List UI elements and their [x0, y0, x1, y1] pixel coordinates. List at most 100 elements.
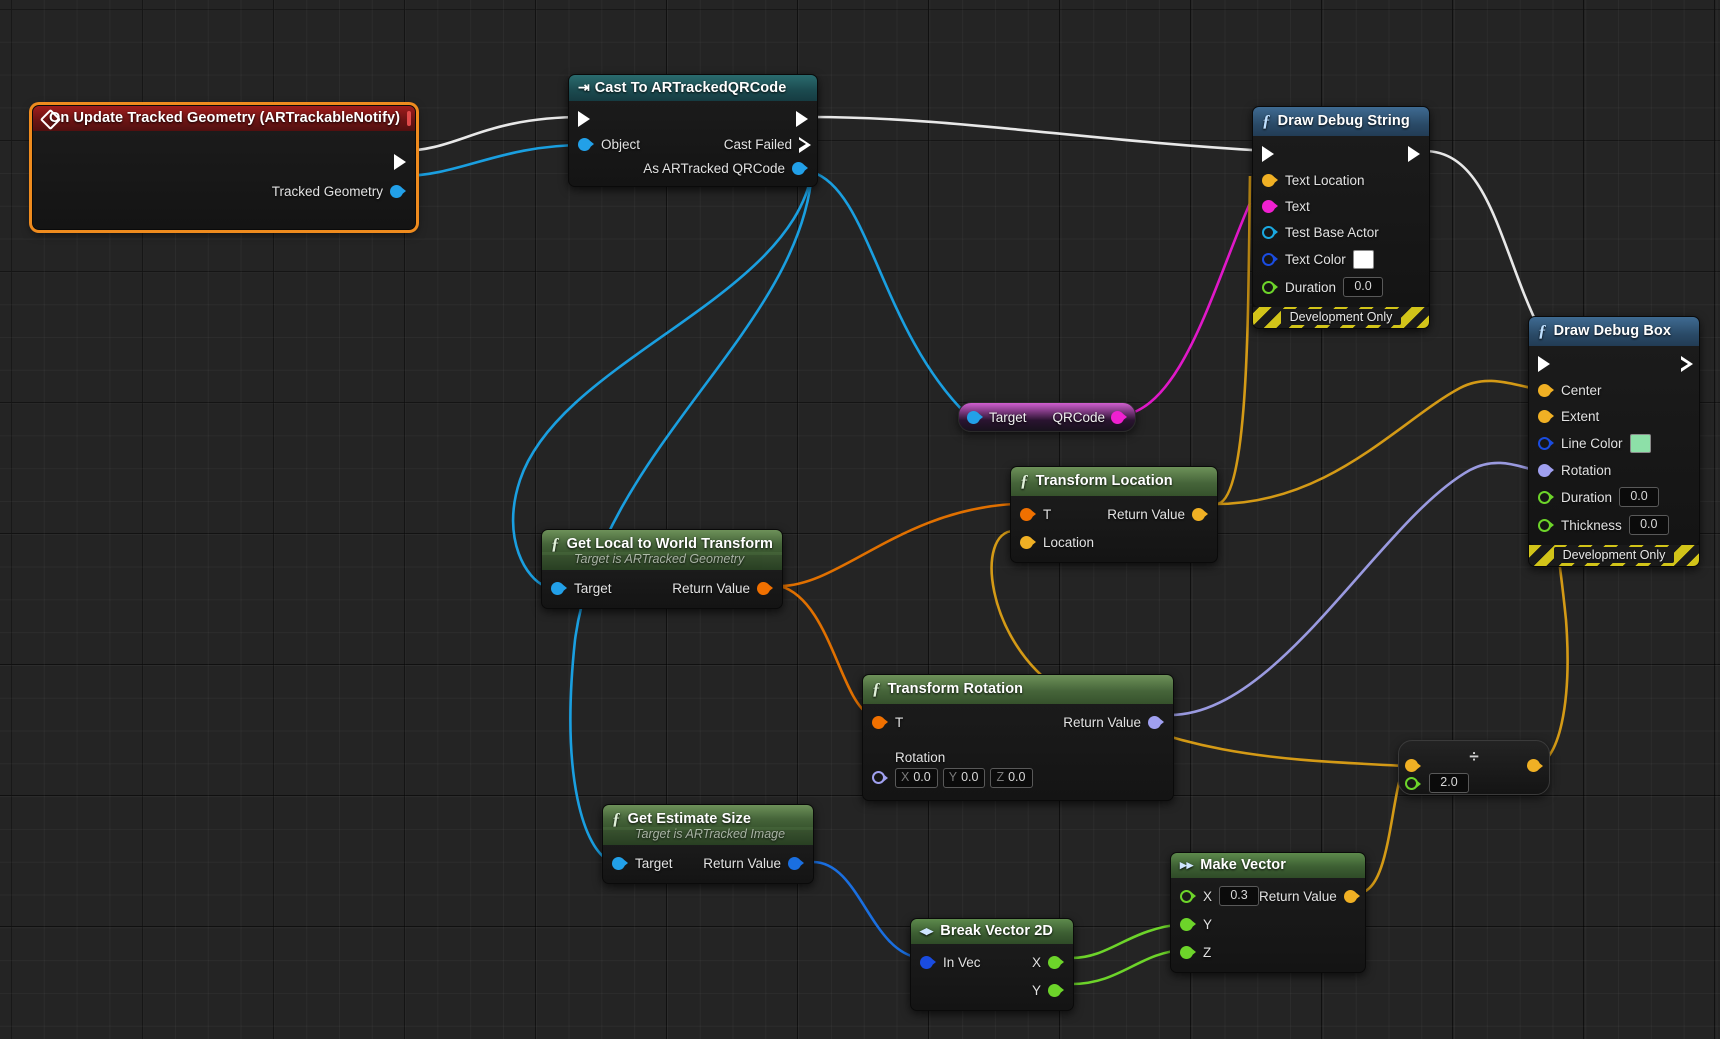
float-pin-icon[interactable]: [1180, 917, 1193, 931]
vector2d-pin-icon[interactable]: [920, 955, 933, 969]
pin-in-target[interactable]: Target: [542, 581, 612, 596]
pin-in-t[interactable]: T: [863, 715, 903, 730]
vector-pin-icon[interactable]: [1538, 383, 1551, 397]
float-pin-icon[interactable]: [1180, 889, 1193, 903]
object-pin-icon[interactable]: [612, 856, 625, 870]
pin-in-text-location[interactable]: Text Location: [1253, 173, 1365, 188]
pin-in-duration[interactable]: Duration 0.0: [1529, 487, 1660, 507]
exec-out-cast-failed-icon[interactable]: [798, 136, 811, 153]
object-pin-icon[interactable]: [578, 137, 591, 151]
event-stop-icon[interactable]: [407, 110, 412, 126]
pin-out-return-value[interactable]: Return Value: [1259, 889, 1369, 904]
node-transform-location[interactable]: ƒ Transform Location T Return Value Loca…: [1010, 466, 1218, 563]
object-pin-icon[interactable]: [967, 410, 980, 424]
pin-in-rotation[interactable]: Rotation X 0.0 Y 0.0 Z 0.0: [863, 750, 1033, 788]
pin-out-exec[interactable]: [394, 154, 415, 170]
pin-in-test-base-actor[interactable]: Test Base Actor: [1253, 225, 1379, 240]
thickness-input[interactable]: 0.0: [1628, 515, 1669, 535]
vector-pin-icon[interactable]: [1405, 759, 1418, 772]
string-pin-icon[interactable]: [1262, 199, 1275, 213]
struct-pin-icon[interactable]: [1262, 252, 1275, 266]
divide-b-input[interactable]: 2.0: [1429, 773, 1469, 793]
float-pin-icon[interactable]: [1405, 777, 1418, 790]
pin-out-as-artracked-qrcode[interactable]: As ARTracked QRCode: [643, 161, 817, 176]
node-transform-rotation[interactable]: ƒ Transform Rotation T Return Value Rota…: [862, 674, 1174, 801]
float-pin-icon[interactable]: [1538, 490, 1551, 504]
pin-in-text-color[interactable]: Text Color: [1253, 249, 1374, 269]
float-pin-icon[interactable]: [1180, 945, 1193, 959]
pin-out-y[interactable]: Y: [1032, 983, 1073, 998]
pin-out-cast-failed[interactable]: Cast Failed: [724, 136, 817, 153]
pin-out-return-value[interactable]: Return Value: [672, 581, 782, 596]
rotator-pin-icon[interactable]: [872, 771, 885, 784]
transform-pin-icon[interactable]: [757, 581, 770, 595]
vector-pin-icon[interactable]: [1527, 759, 1540, 772]
object-ref-pin-icon[interactable]: [1262, 225, 1275, 239]
exec-out-pin-icon[interactable]: [394, 154, 406, 170]
float-pin-icon[interactable]: [1262, 280, 1275, 294]
exec-in-pin-icon[interactable]: [578, 110, 590, 127]
object-pin-icon[interactable]: [792, 161, 805, 175]
rotation-z-input[interactable]: Z 0.0: [990, 768, 1033, 788]
object-pin-icon[interactable]: [551, 581, 564, 595]
pin-in-object[interactable]: Object: [569, 137, 640, 152]
pin-in-t[interactable]: T: [1011, 507, 1051, 522]
pin-in-exec[interactable]: [1529, 355, 1550, 372]
pin-in-extent[interactable]: Extent: [1529, 409, 1599, 424]
pin-in-text[interactable]: Text: [1253, 199, 1310, 214]
pin-in-rotation[interactable]: Rotation: [1529, 463, 1611, 478]
rotation-y-input[interactable]: Y 0.0: [942, 768, 986, 788]
blueprint-graph-canvas[interactable]: On Update Tracked Geometry (ARTrackableN…: [0, 0, 1720, 1039]
pin-in-in-vec[interactable]: In Vec: [911, 955, 981, 970]
pin-tracked-geometry[interactable]: [390, 184, 406, 198]
transform-pin-icon[interactable]: [1020, 507, 1033, 521]
make-vector-x-input[interactable]: 0.3: [1219, 886, 1260, 906]
duration-input[interactable]: 0.0: [1619, 487, 1660, 507]
vector-pin-icon[interactable]: [1192, 507, 1205, 521]
rotator-pin-icon[interactable]: [1538, 463, 1551, 477]
object-pin-icon[interactable]: [390, 184, 403, 198]
vector2d-pin-icon[interactable]: [788, 856, 801, 870]
pin-out-exec[interactable]: [1408, 145, 1429, 162]
node-get-estimate-size[interactable]: ƒ Get Estimate Size Target is ARTracked …: [602, 804, 814, 884]
exec-out-pin-icon[interactable]: [1680, 356, 1693, 372]
node-break-vector-2d[interactable]: ◂▸ Break Vector 2D In Vec X Y: [910, 918, 1074, 1011]
pin-out-exec[interactable]: [796, 110, 817, 127]
rotation-x-input[interactable]: X 0.0: [895, 768, 938, 788]
line-color-swatch[interactable]: [1629, 433, 1651, 453]
node-qrcode-getter[interactable]: Target QRCode: [958, 402, 1136, 432]
pin-out-return-value[interactable]: Return Value: [703, 856, 813, 871]
node-cast-to-artrackedqrcode[interactable]: ⇥ Cast To ARTrackedQRCode Object Cast Fa…: [568, 74, 818, 187]
pin-out-tracked-geometry[interactable]: Tracked Geometry: [272, 184, 415, 199]
float-pin-icon[interactable]: [1048, 955, 1061, 969]
pin-in-z[interactable]: Z: [1171, 945, 1211, 960]
pin-in-exec[interactable]: [569, 110, 590, 127]
node-draw-debug-box[interactable]: ƒ Draw Debug Box Center Extent Line Colo…: [1528, 316, 1700, 567]
pin-in-x[interactable]: X 0.3: [1171, 886, 1260, 906]
vector-pin-icon[interactable]: [1020, 535, 1033, 549]
node-divide[interactable]: ÷ 2.0: [1398, 740, 1550, 795]
pin-in-target[interactable]: Target: [603, 856, 673, 871]
pin-in-thickness[interactable]: Thickness 0.0: [1529, 515, 1669, 535]
transform-pin-icon[interactable]: [872, 715, 885, 729]
vector-pin-icon[interactable]: [1343, 889, 1357, 903]
node-make-vector[interactable]: ▸▸ Make Vector X 0.3 Return Value Y Z: [1170, 852, 1366, 973]
pin-in-exec[interactable]: [1253, 145, 1274, 162]
exec-out-pin-icon[interactable]: [796, 110, 808, 127]
rotator-pin-icon[interactable]: [1148, 715, 1161, 729]
pin-out-x[interactable]: X: [1032, 955, 1073, 970]
duration-input[interactable]: 0.0: [1343, 277, 1384, 297]
node-draw-debug-string[interactable]: ƒ Draw Debug String Text Location Text T…: [1252, 106, 1430, 329]
pin-in-line-color[interactable]: Line Color: [1529, 433, 1651, 453]
pin-out-return-value[interactable]: Return Value: [1063, 715, 1173, 730]
exec-in-pin-icon[interactable]: [1538, 355, 1550, 372]
float-pin-icon[interactable]: [1048, 983, 1061, 997]
node-on-update-tracked-geometry[interactable]: On Update Tracked Geometry (ARTrackableN…: [32, 105, 416, 230]
pin-out-return-value[interactable]: Return Value: [1107, 507, 1217, 522]
pin-out-exec[interactable]: [1680, 356, 1699, 372]
struct-pin-icon[interactable]: [1538, 436, 1551, 450]
node-get-local-to-world-transform[interactable]: ƒ Get Local to World Transform Target is…: [541, 529, 783, 609]
vector-pin-icon[interactable]: [1262, 173, 1275, 187]
exec-in-pin-icon[interactable]: [1262, 145, 1274, 162]
pin-in-location[interactable]: Location: [1011, 535, 1094, 550]
